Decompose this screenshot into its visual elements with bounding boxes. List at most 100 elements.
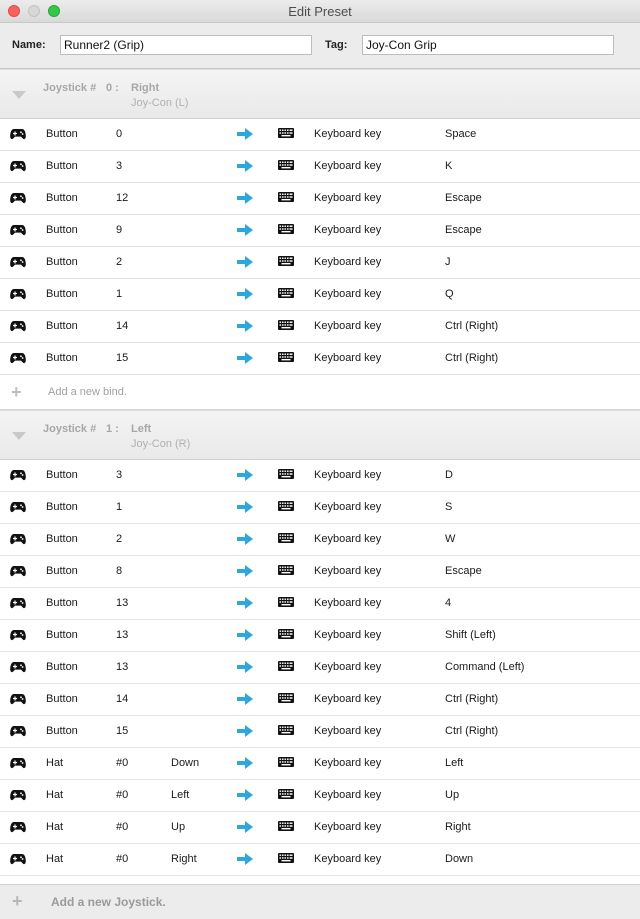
bind-row[interactable]: Button 1 Keyboard key Q bbox=[0, 279, 640, 311]
bind-row[interactable]: Hat #0 Down Keyboard key Left bbox=[0, 748, 640, 780]
input-type: Button bbox=[46, 533, 78, 545]
gamepad-icon bbox=[10, 821, 26, 836]
output-kind: Keyboard key bbox=[314, 501, 382, 513]
preset-fields: Name: Tag: bbox=[0, 23, 640, 69]
arrow-right-icon bbox=[237, 320, 253, 335]
input-type: Button bbox=[46, 160, 78, 172]
input-number: 13 bbox=[116, 661, 129, 673]
input-number: 13 bbox=[116, 597, 129, 609]
keyboard-icon bbox=[278, 352, 294, 365]
input-number: 15 bbox=[116, 352, 129, 364]
bind-row[interactable]: Hat #0 Right Keyboard key Down bbox=[0, 844, 640, 876]
output-kind: Keyboard key bbox=[314, 288, 382, 300]
gamepad-icon bbox=[10, 352, 26, 367]
input-type: Hat bbox=[46, 757, 64, 769]
gamepad-icon bbox=[10, 629, 26, 644]
bind-row[interactable]: Button 3 Keyboard key K bbox=[0, 151, 640, 183]
keyboard-icon bbox=[278, 757, 294, 770]
keyboard-icon bbox=[278, 597, 294, 610]
output-kind: Keyboard key bbox=[314, 352, 382, 364]
arrow-right-icon bbox=[237, 629, 253, 644]
input-type: Button bbox=[46, 192, 78, 204]
joystick-number: 0 : bbox=[106, 82, 119, 94]
keyboard-icon bbox=[278, 128, 294, 141]
keyboard-icon bbox=[278, 821, 294, 834]
output-key: Right bbox=[445, 821, 471, 833]
bind-row[interactable]: Button 13 Keyboard key 4 bbox=[0, 588, 640, 620]
input-number: 2 bbox=[116, 533, 123, 545]
input-type: Button bbox=[46, 565, 78, 577]
output-key: Escape bbox=[445, 192, 482, 204]
output-kind: Keyboard key bbox=[314, 661, 382, 673]
gamepad-icon bbox=[10, 597, 26, 612]
arrow-right-icon bbox=[237, 821, 253, 836]
bind-row[interactable]: Button 15 Keyboard key Ctrl (Right) bbox=[0, 716, 640, 748]
output-key: Ctrl (Right) bbox=[445, 725, 499, 737]
tag-input[interactable] bbox=[362, 35, 614, 55]
bind-row[interactable]: Button 2 Keyboard key W bbox=[0, 524, 640, 556]
bind-row[interactable]: Button 12 Keyboard key Escape bbox=[0, 183, 640, 215]
input-type: Hat bbox=[46, 789, 64, 801]
output-key: Q bbox=[445, 288, 454, 300]
output-key: Left bbox=[445, 757, 464, 769]
add-bind-button[interactable]: + Add a new bind. bbox=[0, 375, 640, 410]
bind-row[interactable]: Button 15 Keyboard key Ctrl (Right) bbox=[0, 343, 640, 375]
arrow-right-icon bbox=[237, 597, 253, 612]
output-key: Command (Left) bbox=[445, 661, 525, 673]
keyboard-icon bbox=[278, 533, 294, 546]
output-key: Escape bbox=[445, 565, 482, 577]
output-key: W bbox=[445, 533, 456, 545]
joystick-label: Joystick # bbox=[43, 423, 97, 435]
input-type: Button bbox=[46, 629, 78, 641]
name-label: Name: bbox=[12, 39, 46, 51]
add-bind-label: Add a new bind. bbox=[48, 386, 127, 398]
input-number: #0 bbox=[116, 789, 129, 801]
bind-row[interactable]: Button 13 Keyboard key Shift (Left) bbox=[0, 620, 640, 652]
bind-row[interactable]: Button 9 Keyboard key Escape bbox=[0, 215, 640, 247]
input-number: 12 bbox=[116, 192, 129, 204]
keyboard-icon bbox=[278, 565, 294, 578]
keyboard-icon bbox=[278, 501, 294, 514]
arrow-right-icon bbox=[237, 725, 253, 740]
bind-row[interactable]: Button 2 Keyboard key J bbox=[0, 247, 640, 279]
output-kind: Keyboard key bbox=[314, 128, 382, 140]
joystick-header[interactable]: Joystick # 1 : Left Joy-Con (R) bbox=[0, 410, 640, 460]
input-type: Button bbox=[46, 693, 78, 705]
input-number: 9 bbox=[116, 224, 123, 236]
arrow-right-icon bbox=[237, 565, 253, 580]
name-input[interactable] bbox=[60, 35, 312, 55]
output-key: Ctrl (Right) bbox=[445, 352, 499, 364]
output-key: S bbox=[445, 501, 453, 513]
keyboard-icon bbox=[278, 725, 294, 738]
gamepad-icon bbox=[10, 533, 26, 548]
bind-row[interactable]: Hat #0 Left Keyboard key Up bbox=[0, 780, 640, 812]
bind-row[interactable]: Button 14 Keyboard key Ctrl (Right) bbox=[0, 684, 640, 716]
arrow-right-icon bbox=[237, 469, 253, 484]
arrow-right-icon bbox=[237, 256, 253, 271]
output-kind: Keyboard key bbox=[314, 789, 382, 801]
joystick-label: Joystick # bbox=[43, 82, 97, 94]
output-kind: Keyboard key bbox=[314, 533, 382, 545]
keyboard-icon bbox=[278, 320, 294, 333]
bind-row[interactable]: Button 14 Keyboard key Ctrl (Right) bbox=[0, 311, 640, 343]
disclosure-triangle-icon[interactable] bbox=[12, 91, 26, 99]
bind-row[interactable]: Hat #0 Up Keyboard key Right bbox=[0, 812, 640, 844]
bind-row[interactable]: Button 3 Keyboard key D bbox=[0, 460, 640, 492]
bind-row[interactable]: Button 1 Keyboard key S bbox=[0, 492, 640, 524]
joystick-device: Joy-Con (R) bbox=[131, 438, 191, 450]
keyboard-icon bbox=[278, 288, 294, 301]
bind-row[interactable]: Button 13 Keyboard key Command (Left) bbox=[0, 652, 640, 684]
bind-row[interactable]: Button 8 Keyboard key Escape bbox=[0, 556, 640, 588]
window-title: Edit Preset bbox=[288, 4, 352, 19]
input-type: Button bbox=[46, 224, 78, 236]
disclosure-triangle-icon[interactable] bbox=[12, 432, 26, 440]
arrow-right-icon bbox=[237, 288, 253, 303]
keyboard-icon bbox=[278, 192, 294, 205]
input-type: Hat bbox=[46, 821, 64, 833]
bind-row[interactable]: Button 0 Keyboard key Space bbox=[0, 119, 640, 151]
output-key: 4 bbox=[445, 597, 452, 609]
output-kind: Keyboard key bbox=[314, 693, 382, 705]
add-joystick-button[interactable]: + Add a new Joystick. bbox=[0, 884, 640, 919]
arrow-right-icon bbox=[237, 160, 253, 175]
joystick-header[interactable]: Joystick # 0 : Right Joy-Con (L) bbox=[0, 69, 640, 119]
